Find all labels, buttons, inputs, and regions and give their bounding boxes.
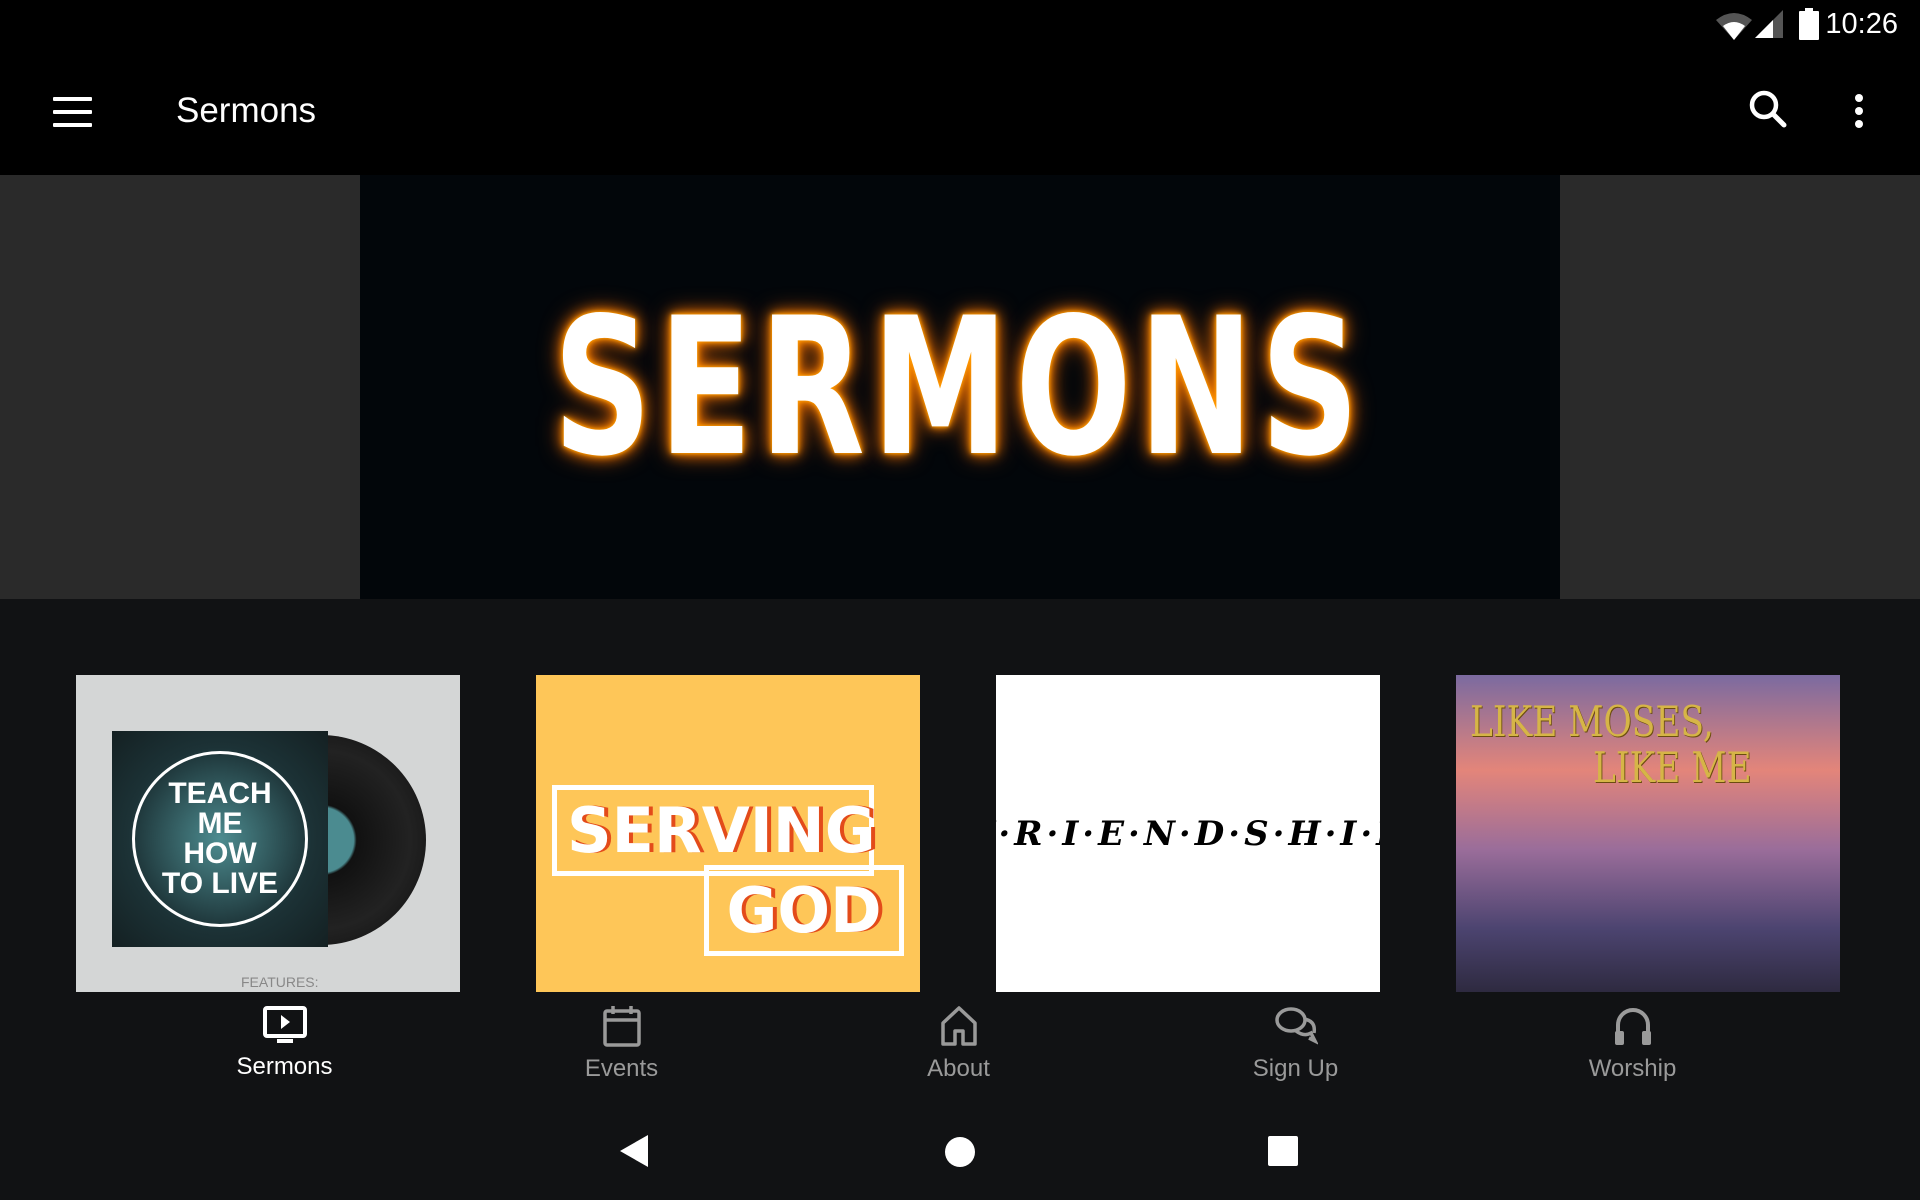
tv-play-icon [262, 1006, 307, 1043]
album-title: TEACH ME HOW TO LIVE [132, 751, 308, 927]
nav-worship[interactable]: Worship [1464, 1005, 1801, 1105]
sermon-card-friendship[interactable]: F·R·I·E·N·D·S·H·I·P [996, 675, 1380, 992]
title-line: TEACH [168, 777, 272, 810]
card-title-line1: SERVING [552, 785, 876, 876]
menu-icon[interactable] [53, 97, 92, 127]
page-title: Sermons [176, 91, 317, 130]
card-title-line2: GOD [704, 865, 904, 956]
back-icon[interactable] [618, 1133, 650, 1169]
album-cover: TEACH ME HOW TO LIVE [112, 731, 328, 947]
banner-image: SERMONS [360, 175, 1560, 599]
nav-about[interactable]: About [790, 1005, 1127, 1105]
chat-bubbles-icon [1274, 1007, 1318, 1045]
nav-label: About [927, 1055, 990, 1082]
status-time: 10:26 [1825, 8, 1898, 40]
banner-text: SERMONS [553, 276, 1367, 498]
calendar-icon [602, 1006, 641, 1047]
title-line: ME [197, 807, 243, 840]
home-icon [940, 1006, 977, 1046]
banner: SERMONS [0, 175, 1920, 599]
sermon-card-teach-me-how-to-live[interactable]: TEACH ME HOW TO LIVE FEATURES: [76, 675, 460, 992]
nav-sermons[interactable]: Sermons [116, 1005, 453, 1105]
title-line: LIKE MOSES, [1470, 697, 1714, 746]
wifi-icon [1716, 13, 1752, 40]
nav-label: Events [584, 1055, 659, 1082]
nav-events[interactable]: Events [453, 1005, 790, 1105]
battery-icon [1799, 8, 1819, 40]
title-line: TO LIVE [161, 867, 279, 900]
recents-icon[interactable] [1268, 1136, 1298, 1166]
search-icon[interactable] [1748, 89, 1788, 129]
nav-label: Sermons [236, 1053, 333, 1080]
nav-label: Worship [1588, 1055, 1677, 1082]
title-line: HOW [183, 837, 257, 870]
nav-label: Sign Up [1252, 1055, 1339, 1082]
toolbar: Sermons [0, 59, 1920, 175]
home-circle-icon[interactable] [944, 1136, 976, 1168]
card-footer: FEATURES: [241, 974, 319, 990]
nav-sign-up[interactable]: Sign Up [1127, 1005, 1464, 1105]
cell-signal-icon [1755, 10, 1783, 38]
headphones-icon [1614, 1008, 1651, 1045]
sermon-card-like-moses[interactable]: LIKE MOSES, LIKE ME [1456, 675, 1840, 992]
card-title: LIKE MOSES, LIKE ME [1470, 699, 1752, 791]
more-vert-icon[interactable] [1852, 93, 1866, 129]
title-line: LIKE ME [1593, 743, 1752, 792]
card-title: F·R·I·E·N·D·S·H·I·P [996, 813, 1380, 854]
status-bar: 10:26 [0, 0, 1920, 59]
sermon-card-serving-god[interactable]: SERVING GOD [536, 675, 920, 992]
